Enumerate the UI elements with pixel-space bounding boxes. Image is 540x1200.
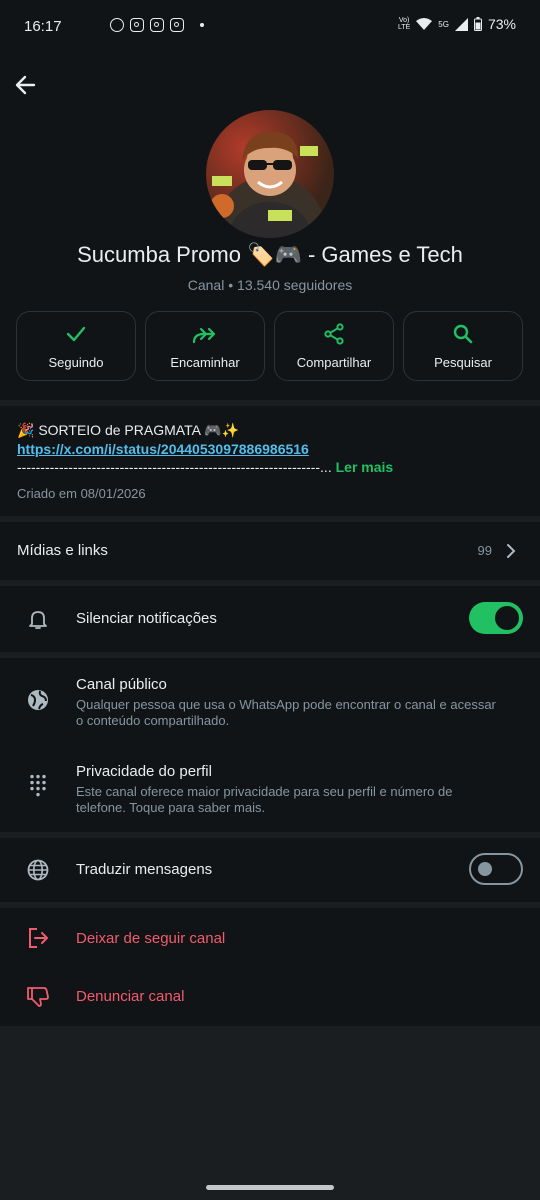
system-icons: Vo) LTE 5G 73% bbox=[398, 16, 516, 32]
globe-filled-icon bbox=[28, 690, 48, 710]
translate-row[interactable]: Traduzir mensagens bbox=[0, 838, 540, 902]
share-label: Compartilhar bbox=[296, 354, 372, 370]
battery-percent: 73% bbox=[487, 16, 516, 32]
whatsapp-icon bbox=[110, 18, 124, 32]
channel-name: Sucumba Promo 🏷️🎮 - Games e Tech bbox=[77, 242, 463, 267]
meta-separator: • bbox=[224, 277, 238, 293]
read-more-link[interactable]: Ler mais bbox=[332, 459, 394, 475]
danger-section: Deixar de seguir canal Denunciar canal bbox=[0, 908, 540, 1026]
unfollow-button[interactable]: Deixar de seguir canal bbox=[0, 908, 540, 966]
report-button[interactable]: Denunciar canal bbox=[0, 966, 540, 1024]
signal-icon bbox=[454, 17, 468, 31]
bell-icon bbox=[29, 611, 47, 629]
description-dashes: ----------------------------------------… bbox=[17, 459, 332, 475]
mute-label: Silenciar notificações bbox=[76, 610, 217, 627]
forward-label: Encaminhar bbox=[170, 354, 240, 370]
channel-meta: Canal • 13.540 seguidores bbox=[0, 277, 540, 293]
toggle-knob bbox=[495, 606, 519, 630]
thumbs-down-icon bbox=[27, 987, 49, 1007]
signal-label: 5G bbox=[438, 19, 449, 29]
profile-privacy-subtitle: Este canal oferece maior privacidade par… bbox=[76, 784, 453, 815]
exit-icon bbox=[29, 928, 48, 948]
search-icon bbox=[453, 324, 473, 343]
privacy-section: Canal público Qualquer pessoa que usa o … bbox=[0, 658, 540, 832]
status-time: 16:17 bbox=[24, 18, 62, 35]
profile-privacy-title: Privacidade do perfil bbox=[76, 763, 212, 780]
instagram-icon bbox=[150, 18, 164, 32]
description-title: 🎉 SORTEIO de PRAGMATA 🎮✨ bbox=[17, 422, 239, 438]
media-links-label: Mídias e links bbox=[17, 542, 108, 559]
globe-icon bbox=[27, 859, 49, 881]
created-date: Criado em 08/01/2026 bbox=[17, 486, 146, 501]
share-button[interactable]: Compartilhar bbox=[274, 311, 394, 381]
report-label: Denunciar canal bbox=[76, 988, 185, 1005]
profile-privacy-row[interactable]: Privacidade do perfil Este canal oferece… bbox=[76, 763, 496, 816]
channel-avatar[interactable] bbox=[206, 110, 334, 238]
battery-icon bbox=[473, 17, 482, 31]
search-label: Pesquisar bbox=[434, 354, 492, 370]
more-notifications-icon bbox=[200, 23, 204, 27]
avatar-image bbox=[210, 131, 318, 238]
forward-icon bbox=[192, 327, 216, 343]
follower-count: 13.540 seguidores bbox=[237, 277, 353, 293]
back-button[interactable] bbox=[14, 72, 38, 98]
description-link[interactable]: https://x.com/i/status/20440530978869865… bbox=[17, 441, 309, 457]
unfollow-label: Deixar de seguir canal bbox=[76, 930, 226, 947]
mute-row[interactable]: Silenciar notificações bbox=[0, 586, 540, 652]
arrow-left-icon bbox=[15, 75, 36, 95]
public-channel-subtitle: Qualquer pessoa que usa o WhatsApp pode … bbox=[76, 697, 496, 728]
following-button[interactable]: Seguindo bbox=[16, 311, 136, 381]
mute-toggle[interactable] bbox=[469, 602, 523, 634]
translate-toggle[interactable] bbox=[469, 853, 523, 885]
channel-type: Canal bbox=[187, 277, 225, 293]
instagram-icon bbox=[170, 18, 184, 32]
media-count: 99 bbox=[477, 543, 492, 558]
instagram-icon bbox=[130, 18, 144, 32]
dialpad-icon bbox=[30, 774, 46, 797]
toggle-knob bbox=[478, 862, 492, 876]
translate-label: Traduzir mensagens bbox=[76, 861, 213, 878]
chevron-right-icon bbox=[507, 544, 516, 558]
public-channel-title: Canal público bbox=[76, 676, 167, 693]
media-links-row[interactable]: Mídias e links 99 bbox=[0, 522, 540, 580]
channel-header: Sucumba Promo 🏷️🎮 - Games e Tech Canal •… bbox=[0, 56, 540, 400]
share-icon bbox=[324, 322, 344, 345]
check-icon bbox=[66, 326, 86, 341]
following-label: Seguindo bbox=[48, 354, 104, 370]
notification-icons bbox=[64, 18, 204, 32]
description-text: ----------------------------------------… bbox=[17, 459, 523, 475]
home-indicator[interactable] bbox=[206, 1185, 334, 1190]
public-channel-row[interactable]: Canal público Qualquer pessoa que usa o … bbox=[76, 676, 496, 729]
action-buttons: Seguindo Encaminhar Compartilhar Pesquis… bbox=[16, 311, 524, 381]
channel-description: 🎉 SORTEIO de PRAGMATA 🎮✨ https://x.com/i… bbox=[0, 406, 540, 516]
forward-button[interactable]: Encaminhar bbox=[145, 311, 265, 381]
volte-icon: Vo) LTE bbox=[397, 17, 411, 31]
status-bar: 16:17 Vo) LTE 5G 73% bbox=[0, 0, 540, 56]
wifi-icon bbox=[416, 18, 433, 30]
search-button[interactable]: Pesquisar bbox=[403, 311, 523, 381]
